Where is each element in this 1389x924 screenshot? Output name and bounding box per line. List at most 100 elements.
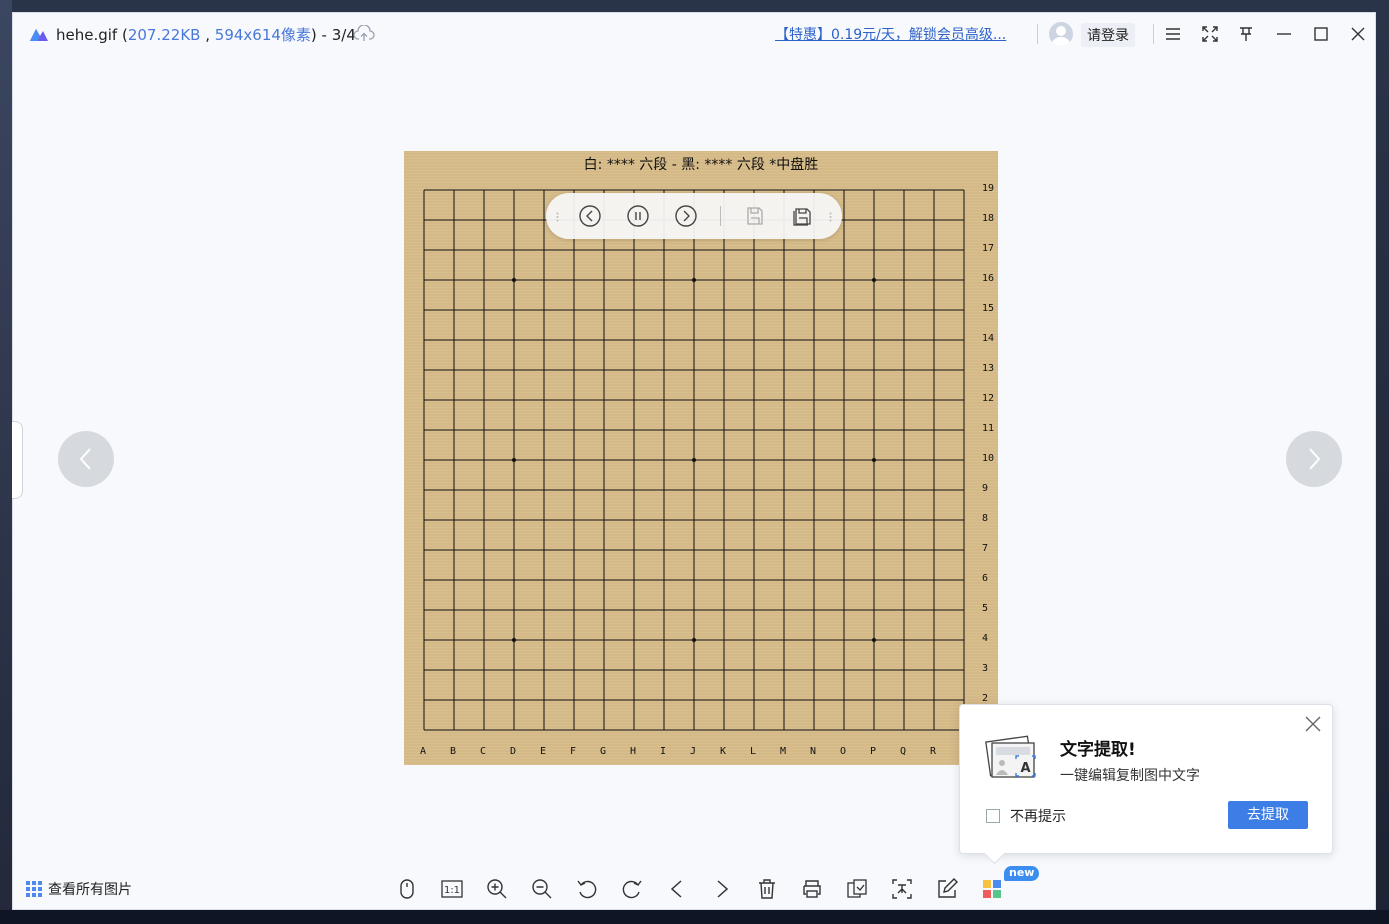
column-label: G	[600, 746, 607, 757]
divider	[720, 206, 721, 226]
title-bar: hehe.gif (207.22KB , 594x614像素) - 3/4 【特…	[13, 13, 1375, 55]
svg-text:1:1: 1:1	[444, 885, 460, 896]
star-point	[692, 638, 696, 642]
column-label: H	[630, 746, 637, 757]
pin-icon[interactable]	[1236, 24, 1256, 44]
column-label: D	[510, 746, 517, 757]
popup-close-icon[interactable]	[1304, 715, 1322, 733]
dont-show-again-checkbox[interactable]	[986, 809, 1000, 823]
zoom-out-icon[interactable]	[530, 877, 554, 901]
column-label: M	[780, 746, 787, 757]
app-logo-icon	[30, 29, 48, 41]
zoom-in-icon[interactable]	[485, 877, 509, 901]
row-label: 16	[982, 273, 995, 284]
row-label: 8	[982, 513, 989, 524]
side-panel-handle[interactable]	[12, 421, 23, 499]
fullscreen-icon[interactable]	[1200, 24, 1220, 44]
go-board-grid	[423, 189, 965, 731]
row-label: 6	[982, 573, 989, 584]
divider	[1037, 24, 1038, 44]
desktop-background-left	[0, 0, 12, 924]
row-label: 17	[982, 243, 995, 254]
column-label: A	[420, 746, 427, 757]
image-dimensions: 594x614像素	[214, 26, 311, 44]
convert-icon[interactable]	[845, 877, 869, 901]
print-icon[interactable]	[800, 877, 824, 901]
ocr-icon[interactable]	[890, 877, 914, 901]
save-frame-icon[interactable]	[743, 204, 767, 228]
next-image-icon[interactable]	[1286, 431, 1342, 487]
column-label: K	[720, 746, 727, 757]
grip-icon[interactable]	[829, 212, 832, 222]
close-icon[interactable]	[1348, 24, 1368, 44]
column-label: J	[690, 746, 697, 757]
save-all-frames-icon[interactable]	[791, 204, 815, 228]
svg-text:A: A	[1020, 761, 1030, 776]
next-icon[interactable]	[710, 877, 734, 901]
row-label: 14	[982, 333, 995, 344]
row-label: 11	[982, 423, 995, 434]
actual-size-icon[interactable]: 1:1	[440, 877, 464, 901]
star-point	[692, 278, 696, 282]
row-label: 3	[982, 663, 989, 674]
dont-show-again-label: 不再提示	[1010, 809, 1066, 825]
column-label: P	[870, 746, 877, 757]
rotate-right-icon[interactable]	[620, 877, 644, 901]
row-label: 7	[982, 543, 989, 554]
rotate-left-icon[interactable]	[575, 877, 599, 901]
popup-title: 文字提取!	[1060, 740, 1136, 760]
row-label: 13	[982, 363, 995, 374]
star-point	[512, 278, 516, 282]
maximize-icon[interactable]	[1311, 24, 1331, 44]
extract-text-button[interactable]: 去提取	[1228, 801, 1308, 829]
star-point	[872, 638, 876, 642]
column-label: Q	[900, 746, 907, 757]
taskbar	[0, 910, 1389, 924]
star-point	[692, 458, 696, 462]
avatar-icon[interactable]	[1049, 22, 1073, 46]
cloud-upload-icon[interactable]	[353, 25, 375, 43]
window-title: hehe.gif (207.22KB , 594x614像素) - 3/4	[56, 26, 356, 44]
column-label: C	[480, 746, 487, 757]
menu-icon[interactable]	[1163, 24, 1183, 44]
row-label: 15	[982, 303, 995, 314]
row-label: 2	[982, 693, 989, 704]
row-label: 10	[982, 453, 995, 464]
edit-icon[interactable]	[935, 877, 959, 901]
previous-icon[interactable]	[665, 877, 689, 901]
star-point	[872, 458, 876, 462]
promo-link[interactable]: 【特惠】0.19元/天，解锁会员高级...	[775, 24, 1006, 44]
view-all-images-button[interactable]: 查看所有图片	[25, 879, 132, 899]
view-all-images-label: 查看所有图片	[48, 882, 132, 898]
row-label: 12	[982, 393, 995, 404]
star-point	[872, 278, 876, 282]
column-label: E	[540, 746, 547, 757]
file-size: 207.22KB	[127, 26, 201, 44]
apps-icon[interactable]	[980, 877, 1004, 901]
pause-icon[interactable]	[626, 204, 650, 228]
mouse-icon[interactable]	[395, 877, 419, 901]
row-label: 5	[982, 603, 989, 614]
prev-image-icon[interactable]	[58, 431, 114, 487]
previous-frame-icon[interactable]	[578, 204, 602, 228]
login-button[interactable]: 请登录	[1081, 23, 1135, 47]
minimize-icon[interactable]	[1274, 24, 1294, 44]
grip-icon[interactable]	[556, 212, 559, 222]
row-label: 9	[982, 483, 989, 494]
column-label: N	[810, 746, 817, 757]
file-name: hehe.gif	[56, 26, 118, 44]
star-point	[512, 638, 516, 642]
playback-toolbar	[546, 193, 842, 239]
column-label: F	[570, 746, 577, 757]
next-frame-icon[interactable]	[674, 204, 698, 228]
divider	[1153, 24, 1154, 44]
row-label: 4	[982, 633, 989, 644]
column-label: B	[450, 746, 457, 757]
new-badge: new	[1004, 866, 1040, 881]
delete-icon[interactable]	[755, 877, 779, 901]
row-label: 19	[982, 183, 995, 194]
popup-description: 一键编辑复制图中文字	[1060, 768, 1200, 784]
column-label: R	[930, 746, 937, 757]
image-viewer-window: hehe.gif (207.22KB , 594x614像素) - 3/4 【特…	[12, 12, 1376, 910]
page-counter: - 3/4	[321, 26, 356, 44]
